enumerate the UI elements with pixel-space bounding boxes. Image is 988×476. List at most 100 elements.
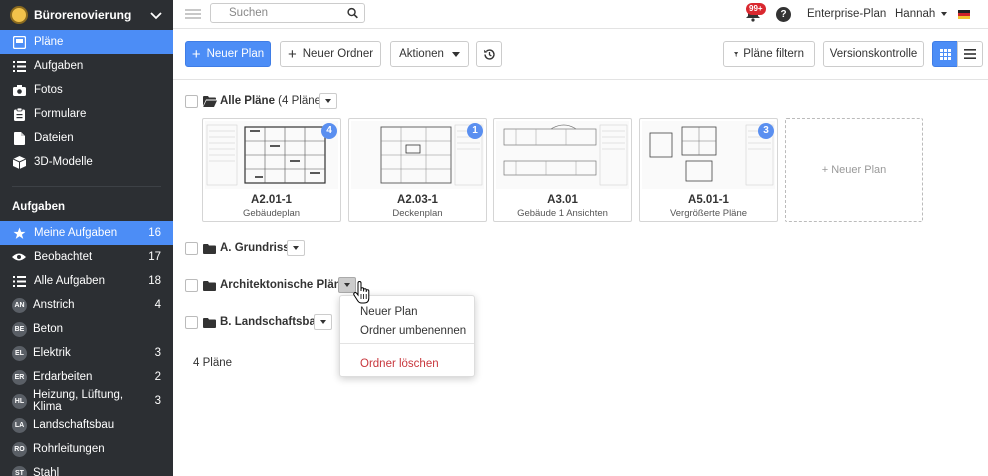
history-icon (483, 48, 495, 60)
user-menu[interactable]: Hannah (895, 8, 947, 20)
sidebar-item-label: Anstrich (33, 299, 75, 311)
caret-down-icon (344, 283, 350, 287)
caret-down-icon (451, 51, 460, 57)
clipboard-icon (12, 107, 26, 121)
file-icon (12, 131, 26, 145)
sidebar-item-label: Elektrik (33, 347, 71, 359)
button-label: Aktionen (399, 48, 444, 60)
search-box[interactable] (210, 3, 365, 23)
folder-label[interactable]: Architektonische Pläne (220, 279, 347, 291)
all-plans-dropdown-button[interactable] (319, 93, 337, 109)
task-count: 3 (154, 347, 161, 359)
sidebar-item-plans[interactable]: Pläne (0, 30, 173, 54)
button-label: Versionskontrolle (829, 48, 918, 60)
sidebar-item-forms[interactable]: Formulare (0, 102, 173, 126)
new-plan-button[interactable]: + Neuer Plan (185, 41, 271, 67)
sidebar-item-category[interactable]: HL Heizung, Lüftung, Klima 3 (0, 389, 173, 413)
sidebar-item-category[interactable]: ER Erdarbeiten 2 (0, 365, 173, 389)
select-all-checkbox[interactable] (185, 95, 198, 108)
sidebar-item-category[interactable]: RO Rohrleitungen (0, 437, 173, 461)
all-plans-title: Alle Pläne (220, 95, 275, 107)
sidebar-item-files[interactable]: Dateien (0, 126, 173, 150)
task-count: 4 (154, 299, 161, 311)
camera-icon (12, 83, 26, 97)
new-folder-button[interactable]: + Neuer Ordner (280, 41, 381, 67)
folder-checkbox[interactable] (185, 242, 198, 255)
sidebar-item-label: Landschaftsbau (33, 419, 115, 431)
plan-link[interactable]: Enterprise-Plan (807, 8, 886, 20)
plan-card[interactable]: A3.01 Gebäude 1 Ansichten (493, 118, 632, 222)
folder-dropdown-button[interactable] (314, 314, 332, 330)
plus-icon: + (287, 45, 297, 63)
sidebar-item-category[interactable]: AN Anstrich 4 (0, 293, 173, 317)
sidebar-item-label: Rohrleitungen (33, 443, 105, 455)
category-avatar: ST (12, 465, 27, 476)
chevron-down-icon[interactable] (149, 8, 163, 22)
plan-card[interactable]: 4 A2.01-1 Gebäudeplan (202, 118, 341, 222)
sidebar-item-watched[interactable]: Beobachtet 17 (0, 245, 173, 269)
caret-down-icon (325, 99, 331, 103)
german-flag-icon[interactable] (958, 10, 970, 19)
help-icon[interactable]: ? (776, 7, 791, 22)
sidebar-item-label: Meine Aufgaben (34, 227, 118, 239)
sidebar-item-3d-models[interactable]: 3D-Modelle (0, 150, 173, 174)
task-count: 16 (148, 227, 161, 239)
markup-count-badge: 3 (758, 123, 774, 139)
caret-down-icon (320, 320, 326, 324)
plan-subtitle: Gebäudeplan (242, 208, 301, 219)
sidebar-item-photos[interactable]: Fotos (0, 78, 173, 102)
all-plans-label: Alle Pläne (4 Pläne) (220, 95, 325, 107)
filter-icon (734, 51, 739, 57)
list-view-button[interactable] (957, 41, 983, 67)
sidebar-item-label: Erdarbeiten (33, 371, 93, 383)
sidebar-item-label: Alle Aufgaben (34, 275, 105, 287)
search-icon[interactable] (347, 7, 358, 19)
notification-badge: 99+ (746, 3, 766, 15)
folder-checkbox[interactable] (185, 279, 198, 292)
menu-item-delete-folder[interactable]: Ordner löschen (360, 358, 439, 370)
add-plan-card[interactable]: + Neuer Plan (785, 118, 923, 222)
project-logo (10, 6, 28, 24)
menu-item-new-plan[interactable]: Neuer Plan (360, 306, 418, 318)
user-name: Hannah (895, 8, 936, 20)
eye-icon (12, 250, 26, 264)
sidebar-item-label: Pläne (34, 36, 64, 48)
folder-dropdown-button[interactable] (287, 240, 305, 256)
sidebar: Bürorenovierung Pläne Aufgaben Fotos For… (0, 0, 173, 476)
sidebar-item-my-tasks[interactable]: Meine Aufgaben 16 (0, 221, 173, 245)
sidebar-item-tasks[interactable]: Aufgaben (0, 54, 173, 78)
star-icon (12, 226, 26, 240)
plan-card[interactable]: 3 A5.01-1 Vergrößerte Pläne (639, 118, 778, 222)
category-avatar: ER (12, 369, 27, 385)
history-button[interactable] (476, 41, 502, 67)
project-switcher[interactable]: Bürorenovierung (0, 0, 173, 30)
sidebar-item-all-tasks[interactable]: Alle Aufgaben 18 (0, 269, 173, 293)
folder-checkbox[interactable] (185, 316, 198, 329)
folder-icon (203, 244, 216, 254)
sidebar-item-category[interactable]: ST Stahl (0, 461, 173, 476)
plan-thumbnail (351, 121, 484, 189)
folder-label[interactable]: A. Grundriss (220, 242, 290, 254)
grid-view-button[interactable] (932, 41, 958, 67)
plans-icon (12, 35, 26, 49)
sidebar-item-category[interactable]: EL Elektrik 3 (0, 341, 173, 365)
hamburger-icon[interactable] (185, 9, 201, 19)
menu-item-rename-folder[interactable]: Ordner umbenennen (360, 325, 466, 337)
sidebar-item-category[interactable]: LA Landschaftsbau (0, 413, 173, 437)
version-control-button[interactable]: Versionskontrolle (823, 41, 924, 67)
sidebar-item-label: Stahl (33, 467, 60, 476)
plan-thumbnail (205, 121, 338, 189)
top-bar: 99+ ? Enterprise-Plan Hannah (173, 0, 988, 29)
actions-button[interactable]: Aktionen (390, 41, 469, 67)
folder-label[interactable]: B. Landschaftsbau (220, 316, 323, 328)
category-avatar: EL (12, 345, 27, 361)
menu-divider (340, 343, 474, 344)
search-input[interactable] (229, 7, 348, 19)
caret-down-icon (293, 246, 299, 250)
filter-plans-button[interactable]: Pläne filtern (723, 41, 815, 67)
markup-count-badge: 1 (467, 123, 483, 139)
sidebar-item-category[interactable]: BE Beton (0, 317, 173, 341)
sidebar-item-label: Fotos (34, 84, 63, 96)
plan-card[interactable]: 1 A2.03-1 Deckenplan (348, 118, 487, 222)
plans-content: Alle Pläne (4 Pläne) 4 A2.01-1 Gebäudepl… (173, 80, 988, 476)
